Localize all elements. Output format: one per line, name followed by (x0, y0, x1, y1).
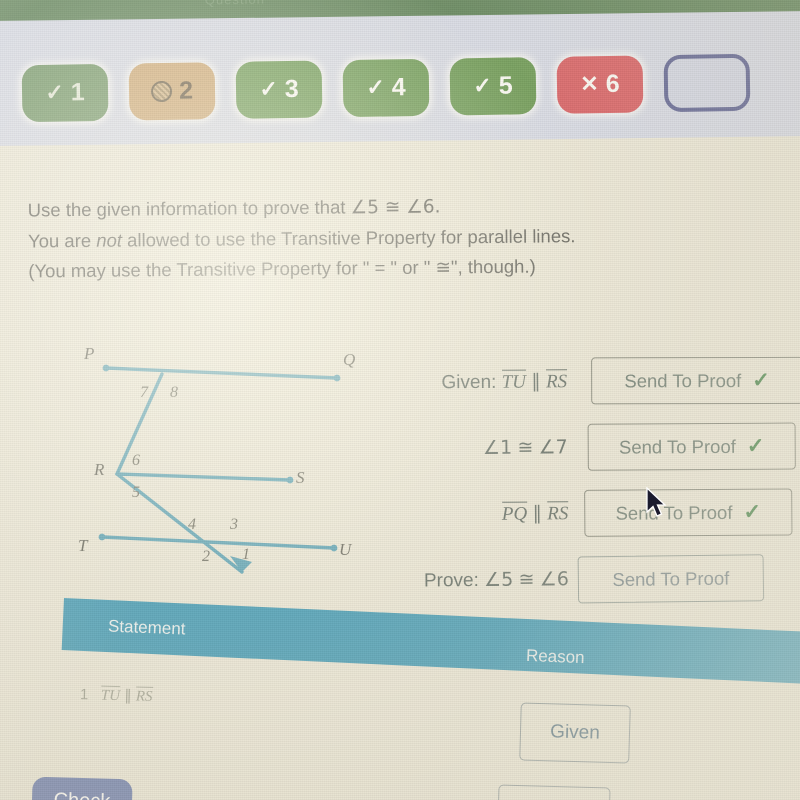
angle-label-2: 2 (202, 548, 210, 565)
check-button[interactable]: Check (31, 776, 133, 800)
column-header-statement: Statement (107, 616, 186, 639)
question-pill-3[interactable]: ✓ 3 (235, 59, 323, 119)
proof-row-2-reason-box[interactable] (497, 784, 611, 800)
point-label-Q: Q (343, 350, 356, 369)
congruent-symbol: ≅ (517, 436, 534, 459)
proof-row-1-reason-label: Given (549, 721, 601, 744)
question-pill-6[interactable]: ✕ 6 (556, 54, 644, 114)
send-to-proof-button-4[interactable]: Send To Proof (577, 553, 765, 603)
parallel-symbol: ∥ (531, 371, 541, 393)
question-pill-row: ✓ 1 2 ✓ 3 ✓ 4 ✓ 5 ✕ 6 (21, 46, 800, 128)
given-row-2-text: ∠1 ≅ ∠7 (382, 436, 582, 461)
app-title-partial: Question (205, 0, 265, 7)
angle-label-5: 5 (132, 484, 140, 501)
given-prove-block: Given: TU ∥ RS Send To Proof ✓ ∠1 ≅ ∠7 S… (381, 346, 800, 614)
parallel-symbol: ∥ (532, 503, 542, 525)
question-pill-label: 4 (391, 72, 406, 101)
prompt-line-3: (You may use the Transitive Property for… (28, 255, 536, 282)
given-row-3: PQ ∥ RS Send To Proof ✓ (382, 478, 800, 548)
angle-label-8: 8 (170, 384, 178, 401)
segment-RS-label: RS (545, 369, 568, 394)
segment-PQ-label: PQ (501, 501, 528, 526)
check-icon: ✓ (752, 368, 770, 392)
send-to-proof-button-2[interactable]: Send To Proof ✓ (587, 422, 796, 471)
point-label-U: U (339, 540, 352, 559)
question-pill-label: 6 (605, 69, 620, 98)
segment-RS-label: RS (135, 686, 153, 706)
angle-5-label: ∠5 (484, 568, 514, 591)
angle-label-4: 4 (188, 516, 196, 533)
question-pill-5[interactable]: ✓ 5 (449, 56, 537, 115)
geometry-diagram-svg (98, 364, 341, 574)
given-row-3-text: PQ ∥ RS (382, 501, 582, 527)
point-label-P: P (84, 344, 95, 363)
point-label-T: T (78, 536, 88, 555)
angle-label-1: 1 (242, 546, 250, 563)
question-pill-label: 5 (498, 70, 513, 100)
send-to-proof-label: Send To Proof (618, 434, 736, 457)
cross-icon: ✕ (580, 71, 599, 97)
question-pill-7-current[interactable] (663, 53, 751, 112)
check-icon: ✓ (259, 76, 278, 102)
check-icon: ✓ (366, 74, 385, 100)
check-icon: ✓ (473, 72, 492, 99)
send-to-proof-label: Send To Proof (615, 500, 733, 523)
congruent-symbol: ≅ (518, 568, 535, 591)
question-prompt: Use the given information to prove that … (28, 189, 749, 287)
segment-PQ (104, 366, 339, 380)
angle-label-7: 7 (140, 384, 148, 401)
parallel-symbol: ∥ (124, 687, 132, 705)
check-icon: ✓ (746, 434, 765, 458)
question-pill-label: 2 (178, 76, 194, 105)
given-row-1: Given: TU ∥ RS Send To Proof ✓ (381, 346, 800, 416)
angle-6-label: ∠6 (539, 567, 569, 590)
angle-6-ref: ∠6. (406, 196, 441, 218)
angle-label-6: 6 (132, 452, 140, 469)
segment-TU-label: TU (501, 369, 527, 394)
segment-RS-label: RS (547, 501, 569, 526)
app-screenshot: Question ✓ 1 2 ✓ 3 ✓ 4 ✓ 5 ✕ 6 (0, 0, 800, 800)
prove-row-text: Prove: ∠5 ≅ ∠6 (423, 567, 569, 591)
segment-TU (100, 535, 336, 550)
given-row-1-text: Given: TU ∥ RS (441, 369, 568, 394)
hatched-circle-icon (150, 80, 173, 102)
check-icon: ✓ (743, 500, 762, 524)
angle-7-label: ∠7 (538, 435, 568, 458)
question-pill-2[interactable]: 2 (128, 61, 216, 121)
given-row-2: ∠1 ≅ ∠7 Send To Proof ✓ (381, 412, 800, 482)
geometry-diagram: P Q R S T U 7 8 6 5 4 3 2 1 (62, 332, 392, 602)
question-pill-4[interactable]: ✓ 4 (342, 58, 430, 117)
point-label-R: R (94, 460, 105, 479)
send-to-proof-label: Send To Proof (612, 566, 730, 590)
proof-row-1-reason-box[interactable]: Given (519, 702, 631, 764)
check-button-label: Check (53, 789, 110, 800)
proof-row-1-index: 1 (79, 686, 89, 704)
send-to-proof-button-3[interactable]: Send To Proof ✓ (584, 487, 793, 537)
proof-row-1-statement: 1 TU ∥ RS (80, 685, 153, 706)
emphasis-not: not (96, 229, 123, 251)
question-pill-1[interactable]: ✓ 1 (21, 63, 109, 122)
segment-RS (115, 472, 292, 482)
question-pill-label: 1 (70, 77, 85, 106)
question-pill-label: 3 (284, 74, 299, 103)
send-to-proof-button-1[interactable]: Send To Proof ✓ (591, 356, 800, 404)
angle-5-ref: ∠5 (350, 197, 380, 219)
angle-1-label: ∠1 (482, 436, 513, 459)
column-header-reason: Reason (525, 645, 585, 668)
prove-row: Prove: ∠5 ≅ ∠6 Send To Proof (383, 544, 800, 614)
send-to-proof-label: Send To Proof (624, 369, 742, 391)
angle-label-3: 3 (230, 516, 238, 533)
check-icon: ✓ (45, 79, 64, 105)
point-label-S: S (296, 468, 305, 487)
segment-TU-label: TU (100, 685, 121, 706)
